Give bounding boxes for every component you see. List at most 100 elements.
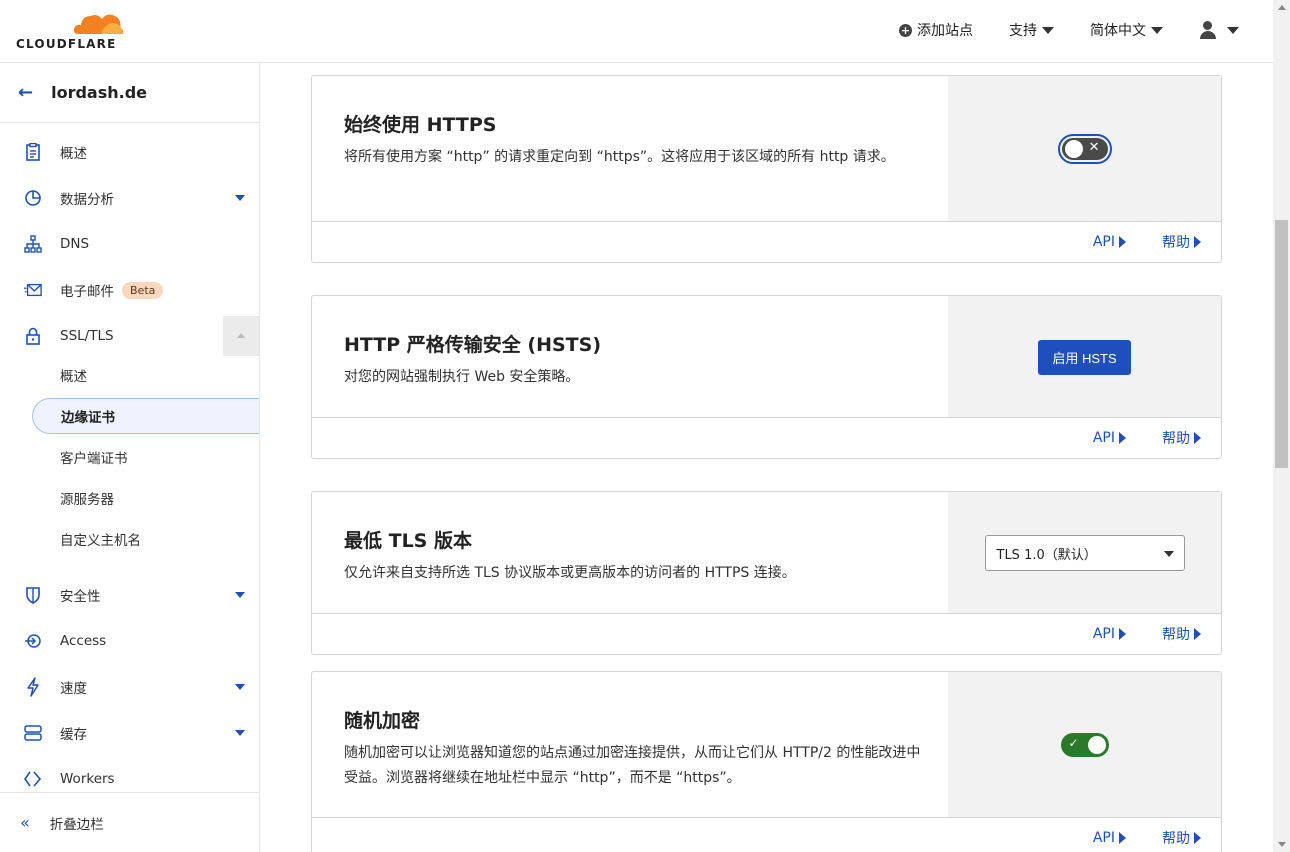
sidebar-item-label: 电子邮件 — [60, 284, 114, 300]
help-link-label: 帮助 — [1162, 627, 1190, 643]
top-bar: CLOUDFLARE + 添加站点 支持 简体中文 — [0, 0, 1273, 63]
caret-right-icon — [1194, 832, 1201, 844]
vertical-scrollbar[interactable] — [1273, 0, 1290, 852]
zone-header[interactable]: ← lordash.de — [0, 63, 259, 123]
logo-wordmark: CLOUDFLARE — [16, 37, 117, 51]
sidebar-subitem-edge-certificates[interactable]: 边缘证书 — [32, 398, 259, 434]
sidebar-item-caching[interactable]: 缓存 — [0, 713, 259, 753]
shield-icon — [24, 586, 42, 604]
document-icon — [24, 143, 42, 161]
help-link[interactable]: 帮助 — [1162, 828, 1201, 848]
api-link[interactable]: API — [1093, 234, 1126, 250]
language-menu[interactable]: 简体中文 — [1090, 20, 1163, 40]
chevron-down-icon — [1163, 551, 1174, 557]
user-icon — [1199, 21, 1217, 39]
help-link-label: 帮助 — [1162, 431, 1190, 447]
workers-icon — [24, 770, 42, 788]
sidebar-item-label: 概述 — [60, 146, 87, 162]
access-icon — [24, 632, 42, 650]
api-link-label: API — [1092, 234, 1115, 250]
api-link[interactable]: API — [1093, 626, 1126, 642]
sidebar-item-access[interactable]: Access — [0, 621, 259, 661]
api-link[interactable]: API — [1093, 430, 1126, 446]
sidebar-item-email[interactable]: 电子邮件 Beta — [0, 270, 259, 310]
collapse-sidebar-button[interactable]: « 折叠边栏 — [0, 792, 259, 852]
api-link[interactable]: API — [1093, 830, 1126, 846]
card-content: HTTP 严格传输安全 (HSTS) 对您的网站强制执行 Web 安全策略。 — [312, 296, 949, 418]
sidebar-item-security[interactable]: 安全性 — [0, 575, 259, 615]
help-link[interactable]: 帮助 — [1162, 232, 1201, 252]
selected-value: TLS 1.0（默认） — [996, 547, 1097, 563]
sidebar-subitem-label: 边缘证书 — [61, 410, 115, 426]
api-link-label: API — [1092, 626, 1115, 642]
chevron-down-icon — [1151, 26, 1163, 34]
toggle-knob — [1087, 736, 1106, 754]
sidebar-item-dns[interactable]: DNS — [0, 224, 259, 264]
card-title: 随机加密 — [344, 710, 421, 732]
support-menu[interactable]: 支持 — [1009, 20, 1054, 40]
chevron-down-icon — [235, 195, 245, 201]
help-link[interactable]: 帮助 — [1162, 428, 1201, 448]
collapse-section-button[interactable] — [223, 316, 259, 356]
chevron-down-icon — [235, 684, 245, 690]
help-link[interactable]: 帮助 — [1162, 624, 1201, 644]
sidebar-item-speed[interactable]: 速度 — [0, 667, 259, 707]
caret-right-icon — [1119, 236, 1126, 248]
sidebar-item-label: 数据分析 — [60, 192, 114, 208]
sidebar: ← lordash.de 概述 数据分析 DNS 电子邮件 Beta SSL/T… — [0, 63, 260, 852]
sidebar-subitem-label: 客户端证书 — [60, 451, 128, 467]
card-control: ✕ — [948, 76, 1221, 222]
always-use-https-toggle[interactable]: ✕ — [1057, 134, 1112, 164]
minimum-tls-version-card: 最低 TLS 版本 仅允许来自支持所选 TLS 协议版本或更高版本的访问者的 H… — [311, 491, 1222, 655]
toggle-knob — [1064, 140, 1083, 158]
opportunistic-encryption-toggle[interactable]: ✓ — [1060, 733, 1109, 757]
card-description: 对您的网站强制执行 Web 安全策略。 — [344, 369, 580, 385]
help-link-label: 帮助 — [1162, 831, 1190, 847]
card-footer: API 帮助 — [312, 613, 1221, 654]
tls-version-select[interactable]: TLS 1.0（默认） — [984, 535, 1185, 571]
add-site-button[interactable]: + 添加站点 — [899, 20, 973, 40]
main-content: 始终使用 HTTPS 将所有使用方案 “http” 的请求重定向到 “https… — [260, 63, 1273, 852]
caret-right-icon — [1119, 628, 1126, 640]
top-nav: + 添加站点 支持 简体中文 — [863, 20, 1239, 40]
caret-right-icon — [1119, 832, 1126, 844]
card-footer: API 帮助 — [312, 221, 1221, 262]
double-chevron-left-icon: « — [20, 813, 30, 832]
sidebar-subitem-origin-server[interactable]: 源服务器 — [32, 480, 259, 516]
collapse-sidebar-label: 折叠边栏 — [49, 816, 104, 833]
sidebar-item-ssl-tls[interactable]: SSL/TLS — [0, 316, 259, 356]
always-use-https-card: 始终使用 HTTPS 将所有使用方案 “http” 的请求重定向到 “https… — [311, 75, 1222, 263]
sidebar-item-label: DNS — [60, 236, 90, 252]
card-control: 启用 HSTS — [948, 296, 1221, 418]
sidebar-item-label: 安全性 — [60, 589, 101, 605]
cloudflare-logo[interactable]: CLOUDFLARE — [16, 10, 126, 51]
close-icon: ✕ — [1088, 140, 1100, 155]
sidebar-subitem-overview[interactable]: 概述 — [32, 357, 259, 393]
sidebar-item-analytics[interactable]: 数据分析 — [0, 178, 259, 218]
card-description: 仅允许来自支持所选 TLS 协议版本或更高版本的访问者的 HTTPS 连接。 — [344, 565, 796, 581]
scrollbar-thumb[interactable] — [1275, 220, 1288, 468]
lock-icon — [24, 327, 42, 345]
pie-chart-icon — [24, 189, 42, 207]
sidebar-subitem-label: 源服务器 — [60, 492, 114, 508]
enable-hsts-button[interactable]: 启用 HSTS — [1038, 339, 1131, 375]
cloud-icon — [73, 14, 124, 34]
chevron-up-icon — [237, 333, 245, 338]
sidebar-item-overview[interactable]: 概述 — [0, 132, 259, 172]
sidebar-item-label: SSL/TLS — [60, 328, 114, 344]
caret-right-icon — [1194, 432, 1201, 444]
support-label: 支持 — [1009, 23, 1037, 39]
storage-icon — [24, 724, 42, 742]
arrow-left-icon[interactable]: ← — [18, 82, 33, 103]
plus-circle-icon: + — [899, 23, 912, 37]
caret-right-icon — [1119, 432, 1126, 444]
user-menu[interactable] — [1199, 21, 1239, 39]
card-description: 随机加密可以让浏览器知道您的站点通过加密连接提供，从而让它们从 HTTP/2 的… — [344, 745, 921, 786]
sidebar-subitem-custom-hostnames[interactable]: 自定义主机名 — [32, 521, 259, 557]
opportunistic-encryption-card: 随机加密 随机加密可以让浏览器知道您的站点通过加密连接提供，从而让它们从 HTT… — [311, 671, 1222, 852]
sidebar-subitem-client-certificates[interactable]: 客户端证书 — [32, 439, 259, 475]
scroll-down-icon[interactable] — [1278, 842, 1286, 847]
card-title: 始终使用 HTTPS — [344, 114, 497, 136]
scroll-up-icon[interactable] — [1278, 5, 1286, 10]
language-label: 简体中文 — [1090, 23, 1146, 39]
